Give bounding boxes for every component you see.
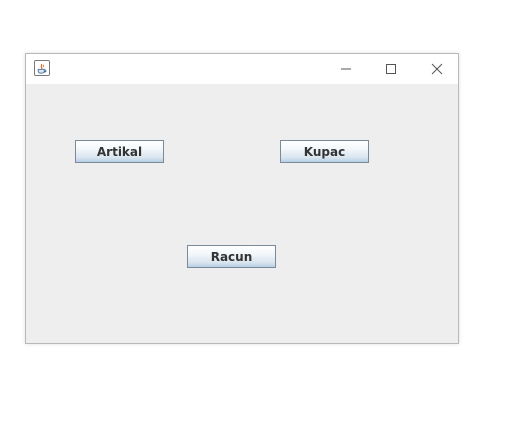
java-cup-icon <box>37 63 47 74</box>
window-titlebar[interactable] <box>26 54 458 84</box>
window-content: Artikal Kupac Racun <box>26 84 458 343</box>
racun-button[interactable]: Racun <box>187 245 276 268</box>
close-button[interactable] <box>414 54 460 84</box>
kupac-button[interactable]: Kupac <box>280 140 369 163</box>
maximize-icon <box>386 64 396 74</box>
minimize-button[interactable] <box>323 54 369 84</box>
minimize-icon <box>341 68 351 70</box>
application-window: Artikal Kupac Racun <box>25 53 459 344</box>
close-icon <box>431 63 443 75</box>
java-app-icon <box>34 60 50 76</box>
artikal-button[interactable]: Artikal <box>75 140 164 163</box>
maximize-button[interactable] <box>368 54 414 84</box>
